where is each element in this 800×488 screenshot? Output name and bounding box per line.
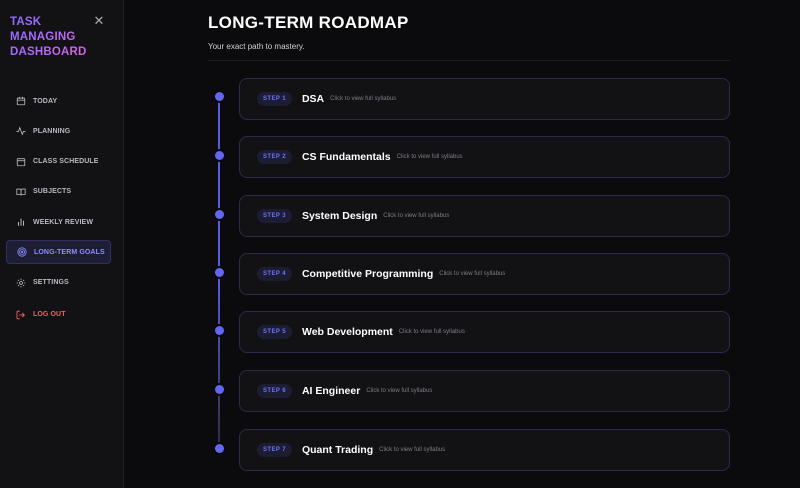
gear-icon: [15, 277, 26, 288]
target-icon: [16, 247, 27, 258]
step-name: System Design: [301, 210, 378, 222]
sidebar-item-label: WEEKLY REVIEW: [33, 218, 94, 226]
app-root: TASK MANAGING DASHBOARD ✕ TODAY PLANNING…: [0, 0, 800, 488]
roadmap-step-card[interactable]: STEP 4 Competitive Programming Click to …: [239, 253, 730, 295]
step-name: CS Fundamentals: [301, 151, 391, 163]
step-name: AI Engineer: [301, 385, 361, 397]
sidebar-item-label: PLANNING: [33, 127, 71, 135]
roadmap-step-card[interactable]: STEP 2 CS Fundamentals Click to view ful…: [239, 136, 730, 178]
timeline-dot: [214, 91, 224, 101]
step-name: Quant Trading: [301, 444, 374, 456]
roadmap-step-card[interactable]: STEP 5 Web Development Click to view ful…: [239, 311, 730, 353]
roadmap-step-card[interactable]: STEP 3 System Design Click to view full …: [239, 195, 730, 237]
step-name: DSA: [301, 93, 325, 105]
main-content: LONG-TERM ROADMAP Your exact path to mas…: [124, 0, 800, 488]
step-hint: Click to view full syllabus: [330, 96, 397, 102]
sidebar-item-long-term-goals[interactable]: LONG-TERM GOALS: [6, 240, 111, 265]
sidebar-item-label: CLASS SCHEDULE: [33, 158, 99, 166]
close-icon[interactable]: ✕: [92, 14, 106, 28]
book-icon: [15, 186, 26, 197]
sidebar-item-planning[interactable]: PLANNING: [6, 119, 111, 143]
step-badge: STEP 2: [257, 150, 292, 164]
step-hint: Click to view full syllabus: [396, 154, 463, 160]
timeline-dot: [214, 384, 224, 394]
roadmap-step-card[interactable]: STEP 7 Quant Trading Click to view full …: [239, 429, 730, 471]
timeline-dot: [214, 209, 224, 219]
sidebar-item-label: SETTINGS: [33, 279, 69, 287]
step-badge: STEP 6: [257, 384, 292, 398]
timeline-dot: [214, 150, 224, 160]
roadmap-step-card[interactable]: STEP 1 DSA Click to view full syllabus: [239, 78, 730, 120]
step-hint: Click to view full syllabus: [383, 213, 450, 219]
sidebar-item-label: TODAY: [33, 97, 58, 105]
sidebar-item-label: SUBJECTS: [33, 188, 72, 196]
step-hint: Click to view full syllabus: [366, 388, 433, 394]
step-name: Competitive Programming: [301, 268, 434, 280]
calendar-icon: [15, 96, 26, 107]
logout-label: LOG OUT: [33, 311, 66, 319]
step-hint: Click to view full syllabus: [398, 329, 465, 335]
step-badge: STEP 5: [257, 325, 292, 339]
timeline-dot: [214, 267, 224, 277]
brand-title: TASK MANAGING DASHBOARD: [10, 15, 90, 60]
step-hint: Click to view full syllabus: [379, 447, 446, 453]
step-name: Web Development: [301, 326, 393, 338]
bar-chart-icon: [15, 217, 26, 228]
logout-icon: [15, 309, 26, 320]
sidebar-item-weekly-review[interactable]: WEEKLY REVIEW: [6, 210, 111, 234]
roadmap-step-card[interactable]: STEP 6 AI Engineer Click to view full sy…: [239, 370, 730, 412]
step-badge: STEP 7: [257, 443, 292, 457]
sidebar: TASK MANAGING DASHBOARD ✕ TODAY PLANNING…: [0, 0, 124, 488]
step-badge: STEP 3: [257, 209, 292, 223]
sidebar-item-today[interactable]: TODAY: [6, 89, 111, 113]
page-title: LONG-TERM ROADMAP: [208, 13, 409, 32]
timeline-dot: [214, 443, 224, 453]
timeline-dot: [214, 325, 224, 335]
sidebar-item-subjects[interactable]: SUBJECTS: [6, 180, 111, 204]
logout-button[interactable]: LOG OUT: [6, 303, 111, 327]
sidebar-item-settings[interactable]: SETTINGS: [6, 271, 111, 295]
step-badge: STEP 4: [257, 267, 292, 281]
step-hint: Click to view full syllabus: [439, 271, 506, 277]
page-subtitle: Your exact path to mastery.: [208, 42, 305, 51]
sidebar-item-label: LONG-TERM GOALS: [34, 248, 105, 256]
schedule-icon: [15, 156, 26, 167]
header-divider: [208, 60, 730, 61]
sidebar-item-class-schedule[interactable]: CLASS SCHEDULE: [6, 150, 111, 174]
step-badge: STEP 1: [257, 92, 292, 106]
sidebar-nav: TODAY PLANNING CLASS SCHEDULE SUBJECTS W…: [6, 89, 111, 333]
activity-icon: [15, 126, 26, 137]
